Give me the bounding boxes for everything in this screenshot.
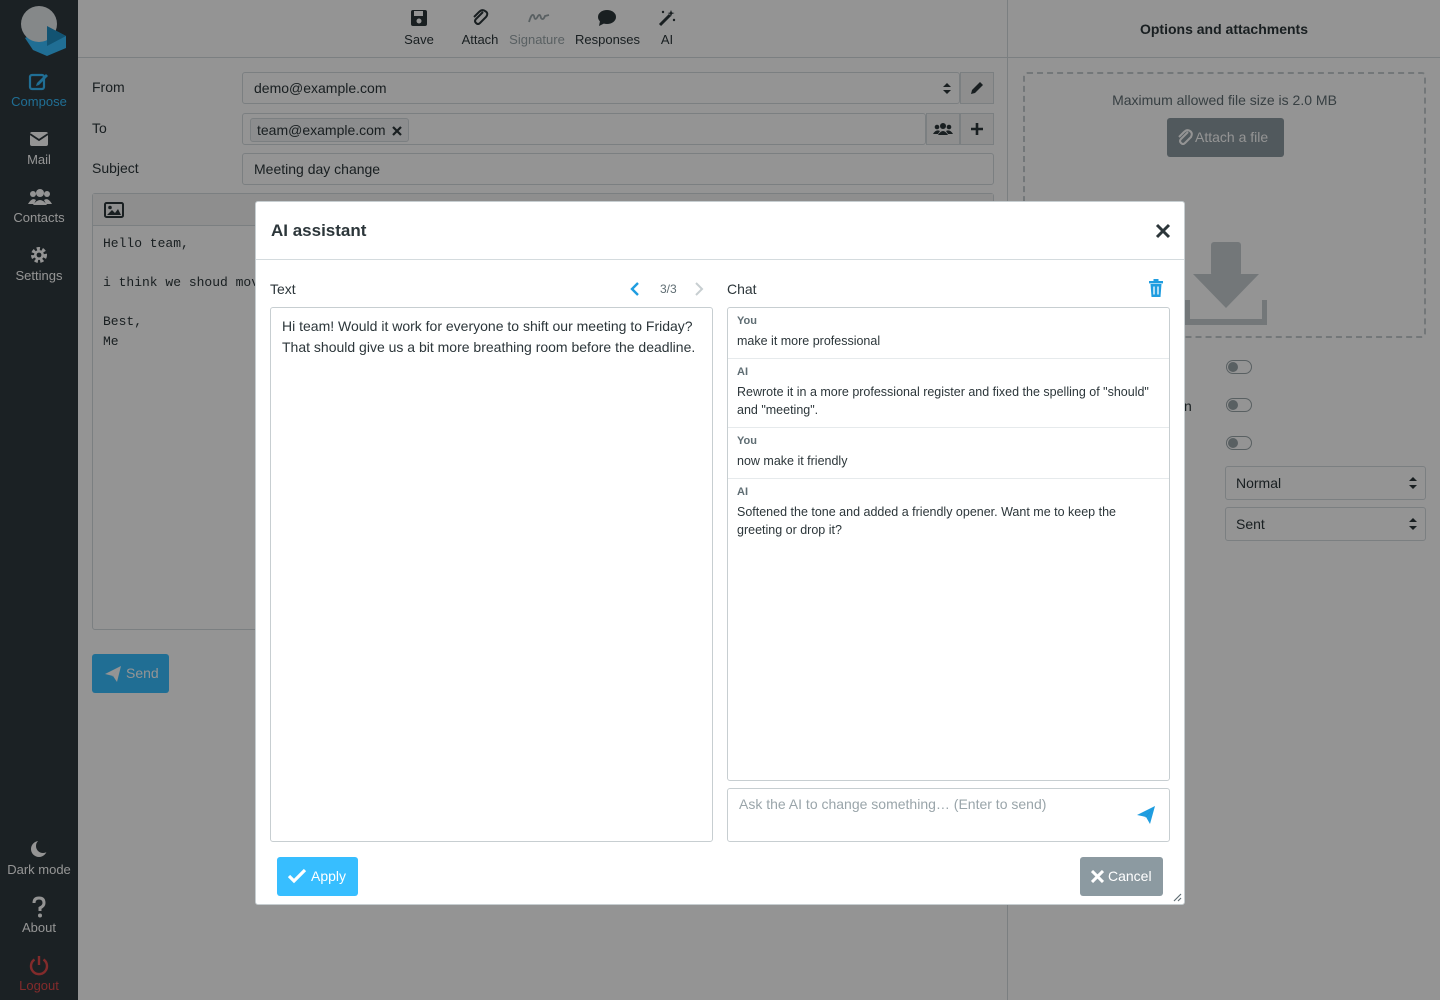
resize-handle-icon[interactable] [1172,892,1182,902]
ai-assistant-dialog: AI assistant Text 3/3 Chat Hi team! Woul… [255,201,1185,905]
close-icon[interactable] [1154,222,1172,240]
chat-history: You make it more professional AI Rewrote… [727,307,1170,781]
close-icon [1091,870,1104,883]
cancel-button[interactable]: Cancel [1080,857,1163,896]
ai-text-area[interactable]: Hi team! Would it work for everyone to s… [270,307,713,842]
send-message-icon[interactable] [1136,805,1156,825]
check-icon [288,868,306,884]
text-label: Text [270,281,296,297]
chat-message: AI Rewrote it in a more professional reg… [728,359,1169,428]
pager-count: 3/3 [660,282,677,296]
chat-input[interactable]: Ask the AI to change something… (Enter t… [727,788,1170,842]
chat-message: AI Softened the tone and added a friendl… [737,486,1116,537]
chevron-right-icon[interactable] [694,282,704,296]
trash-icon[interactable] [1148,279,1164,297]
chat-message: You make it more professional [728,308,1169,359]
apply-button[interactable]: Apply [277,857,358,896]
dialog-header: AI assistant [256,202,1184,260]
chevron-left-icon[interactable] [630,282,640,296]
dialog-title: AI assistant [271,221,367,240]
chat-label: Chat [727,281,757,297]
chat-message: You now make it friendly [728,428,1169,479]
version-pager: 3/3 [626,280,706,300]
